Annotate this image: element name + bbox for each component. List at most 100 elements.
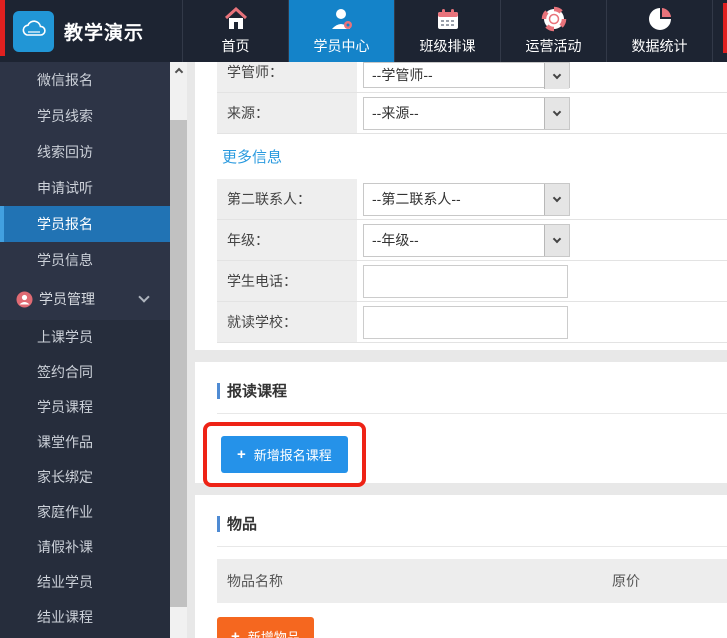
form-table-more: 第二联系人： --第二联系人-- 年级： --年级-- 学生电话： 就读学校： xyxy=(217,179,727,343)
more-info-link[interactable]: 更多信息 xyxy=(222,149,282,166)
grade-select-value: --年级-- xyxy=(372,232,419,248)
advisor-select[interactable]: --学管师-- xyxy=(363,62,570,89)
home-icon xyxy=(224,6,247,29)
add-goods-label: 新增物品 xyxy=(247,630,300,638)
scrollbar-up-arrow[interactable] xyxy=(170,62,187,79)
cloud-logo-icon xyxy=(13,10,54,52)
sidebar-item-trial-request[interactable]: 申请试听 xyxy=(0,170,170,206)
section-marker-bar xyxy=(217,382,220,399)
courses-section-title: 报读课程 xyxy=(227,383,288,400)
sidebar-group-student-management[interactable]: 学员管理 xyxy=(0,278,170,320)
enrolled-courses-card: 报读课程 + 新增报名课程 xyxy=(195,362,727,487)
sidebar-item-active-students[interactable]: 上课学员 xyxy=(0,320,170,355)
chevron-down-icon xyxy=(552,234,562,243)
top-navbar: 教学演示 首页 学员中心 班级排课 运营活动 数据统计 xyxy=(0,0,727,62)
tab-statistics-label: 数据统计 xyxy=(631,38,688,54)
chevron-down-icon xyxy=(552,70,562,79)
main-wrap: 微信报名 学员线索 线索回访 申请试听 学员报名 学员信息 学员管理 上课学员 … xyxy=(0,62,727,638)
add-enrollment-course-button[interactable]: + 新增报名课程 xyxy=(221,436,348,473)
school-input[interactable] xyxy=(363,305,568,339)
add-goods-button[interactable]: + 新增物品 xyxy=(217,617,314,638)
enrollment-form-card: 学管师： --学管师-- 来源： --来源-- 更多信息 第二联系人： --第二… xyxy=(195,62,727,350)
tab-operations[interactable]: 运营活动 xyxy=(500,0,606,62)
sidebar-item-graduated-students[interactable]: 结业学员 xyxy=(0,565,170,600)
grade-label: 年级： xyxy=(217,220,357,260)
sidebar-item-student-courses[interactable]: 学员课程 xyxy=(0,390,170,425)
nav-tabs: 首页 学员中心 班级排课 运营活动 数据统计 xyxy=(182,0,727,62)
grade-value-cell: --年级-- xyxy=(357,220,727,260)
second-contact-value-cell: --第二联系人-- xyxy=(357,179,727,219)
section-marker-bar xyxy=(217,515,220,532)
sidebar: 微信报名 学员线索 线索回访 申请试听 学员报名 学员信息 学员管理 上课学员 … xyxy=(0,62,170,638)
source-value-cell: --来源-- xyxy=(357,93,727,133)
form-row-second-contact: 第二联系人： --第二联系人-- xyxy=(217,179,727,220)
tab-home[interactable]: 首页 xyxy=(182,0,288,62)
section-divider xyxy=(217,413,727,414)
source-label: 来源： xyxy=(217,93,357,133)
sidebar-item-class-works[interactable]: 课堂作品 xyxy=(0,425,170,460)
form-row-source: 来源： --来源-- xyxy=(217,93,727,134)
section-divider xyxy=(217,546,727,547)
sidebar-item-student-leads[interactable]: 学员线索 xyxy=(0,98,170,134)
goods-card: 物品 物品名称 原价 + 新增物品 xyxy=(195,495,727,638)
add-enrollment-course-label: 新增报名课程 xyxy=(253,448,332,463)
grade-select-chevron[interactable] xyxy=(544,224,569,256)
student-phone-value-cell xyxy=(357,261,727,301)
second-contact-select-chevron[interactable] xyxy=(544,183,569,215)
form-table-top: 学管师： --学管师-- 来源： --来源-- xyxy=(217,62,727,134)
school-value-cell xyxy=(357,302,727,342)
pie-chart-icon xyxy=(648,8,671,30)
sidebar-item-finished-courses[interactable]: 结业课程 xyxy=(0,600,170,635)
sidebar-item-student-info[interactable]: 学员信息 xyxy=(0,242,170,278)
sidebar-item-wechat-signup[interactable]: 微信报名 xyxy=(0,62,170,98)
chevron-down-icon xyxy=(552,107,562,116)
sidebar-group-label: 学员管理 xyxy=(39,291,95,307)
more-info-row: 更多信息 xyxy=(217,134,727,179)
goods-table-header: 物品名称 原价 xyxy=(217,559,727,603)
tab-class-schedule-label: 班级排课 xyxy=(419,38,476,54)
tab-student-center[interactable]: 学员中心 xyxy=(288,0,394,62)
right-edge-red-strip xyxy=(723,3,727,53)
second-contact-select[interactable]: --第二联系人-- xyxy=(363,182,570,216)
calendar-icon xyxy=(437,9,458,29)
tab-class-schedule[interactable]: 班级排课 xyxy=(394,0,500,62)
source-select[interactable]: --来源-- xyxy=(363,96,570,130)
sidebar-item-student-enrollment[interactable]: 学员报名 xyxy=(0,206,170,242)
plus-icon: + xyxy=(231,628,240,638)
student-center-icon xyxy=(331,9,352,29)
cloud-icon xyxy=(22,20,46,36)
advisor-select-value: --学管师-- xyxy=(372,67,433,83)
app-window: 教学演示 首页 学员中心 班级排课 运营活动 数据统计 微信报名 学员线索 线索… xyxy=(0,0,727,638)
form-row-school: 就读学校： xyxy=(217,302,727,343)
source-select-value: --来源-- xyxy=(372,105,419,121)
chevron-down-icon xyxy=(138,291,150,303)
red-highlight-annotation: + 新增报名课程 xyxy=(203,422,366,487)
sidebar-item-leave-makeup[interactable]: 请假补课 xyxy=(0,530,170,565)
tab-statistics[interactable]: 数据统计 xyxy=(606,0,712,62)
sidebar-item-parent-binding[interactable]: 家长绑定 xyxy=(0,460,170,495)
form-row-grade: 年级： --年级-- xyxy=(217,220,727,261)
student-phone-input[interactable] xyxy=(363,264,568,298)
form-row-student-phone: 学生电话： xyxy=(217,261,727,302)
goods-section-title: 物品 xyxy=(227,516,258,533)
app-title: 教学演示 xyxy=(64,22,145,44)
sidebar-item-homework[interactable]: 家庭作业 xyxy=(0,495,170,530)
chevron-down-icon xyxy=(552,193,562,202)
user-badge-icon xyxy=(16,291,33,307)
courses-section-header: 报读课程 xyxy=(217,362,727,401)
grade-select[interactable]: --年级-- xyxy=(363,223,570,257)
advisor-label: 学管师： xyxy=(217,62,357,92)
vertical-scrollbar[interactable] xyxy=(170,62,187,638)
plus-icon: + xyxy=(237,446,246,463)
advisor-select-chevron[interactable] xyxy=(544,63,569,89)
lifebuoy-icon xyxy=(541,6,566,32)
goods-section-header: 物品 xyxy=(217,495,727,534)
sidebar-item-lead-followup[interactable]: 线索回访 xyxy=(0,134,170,170)
tab-operations-label: 运营活动 xyxy=(525,38,582,54)
brand: 教学演示 xyxy=(5,0,182,62)
sidebar-item-contracts[interactable]: 签约合同 xyxy=(0,355,170,390)
source-select-chevron[interactable] xyxy=(544,97,569,129)
goods-name-column-header: 物品名称 xyxy=(227,573,283,589)
scrollbar-thumb[interactable] xyxy=(170,120,187,607)
school-label: 就读学校： xyxy=(217,302,357,342)
